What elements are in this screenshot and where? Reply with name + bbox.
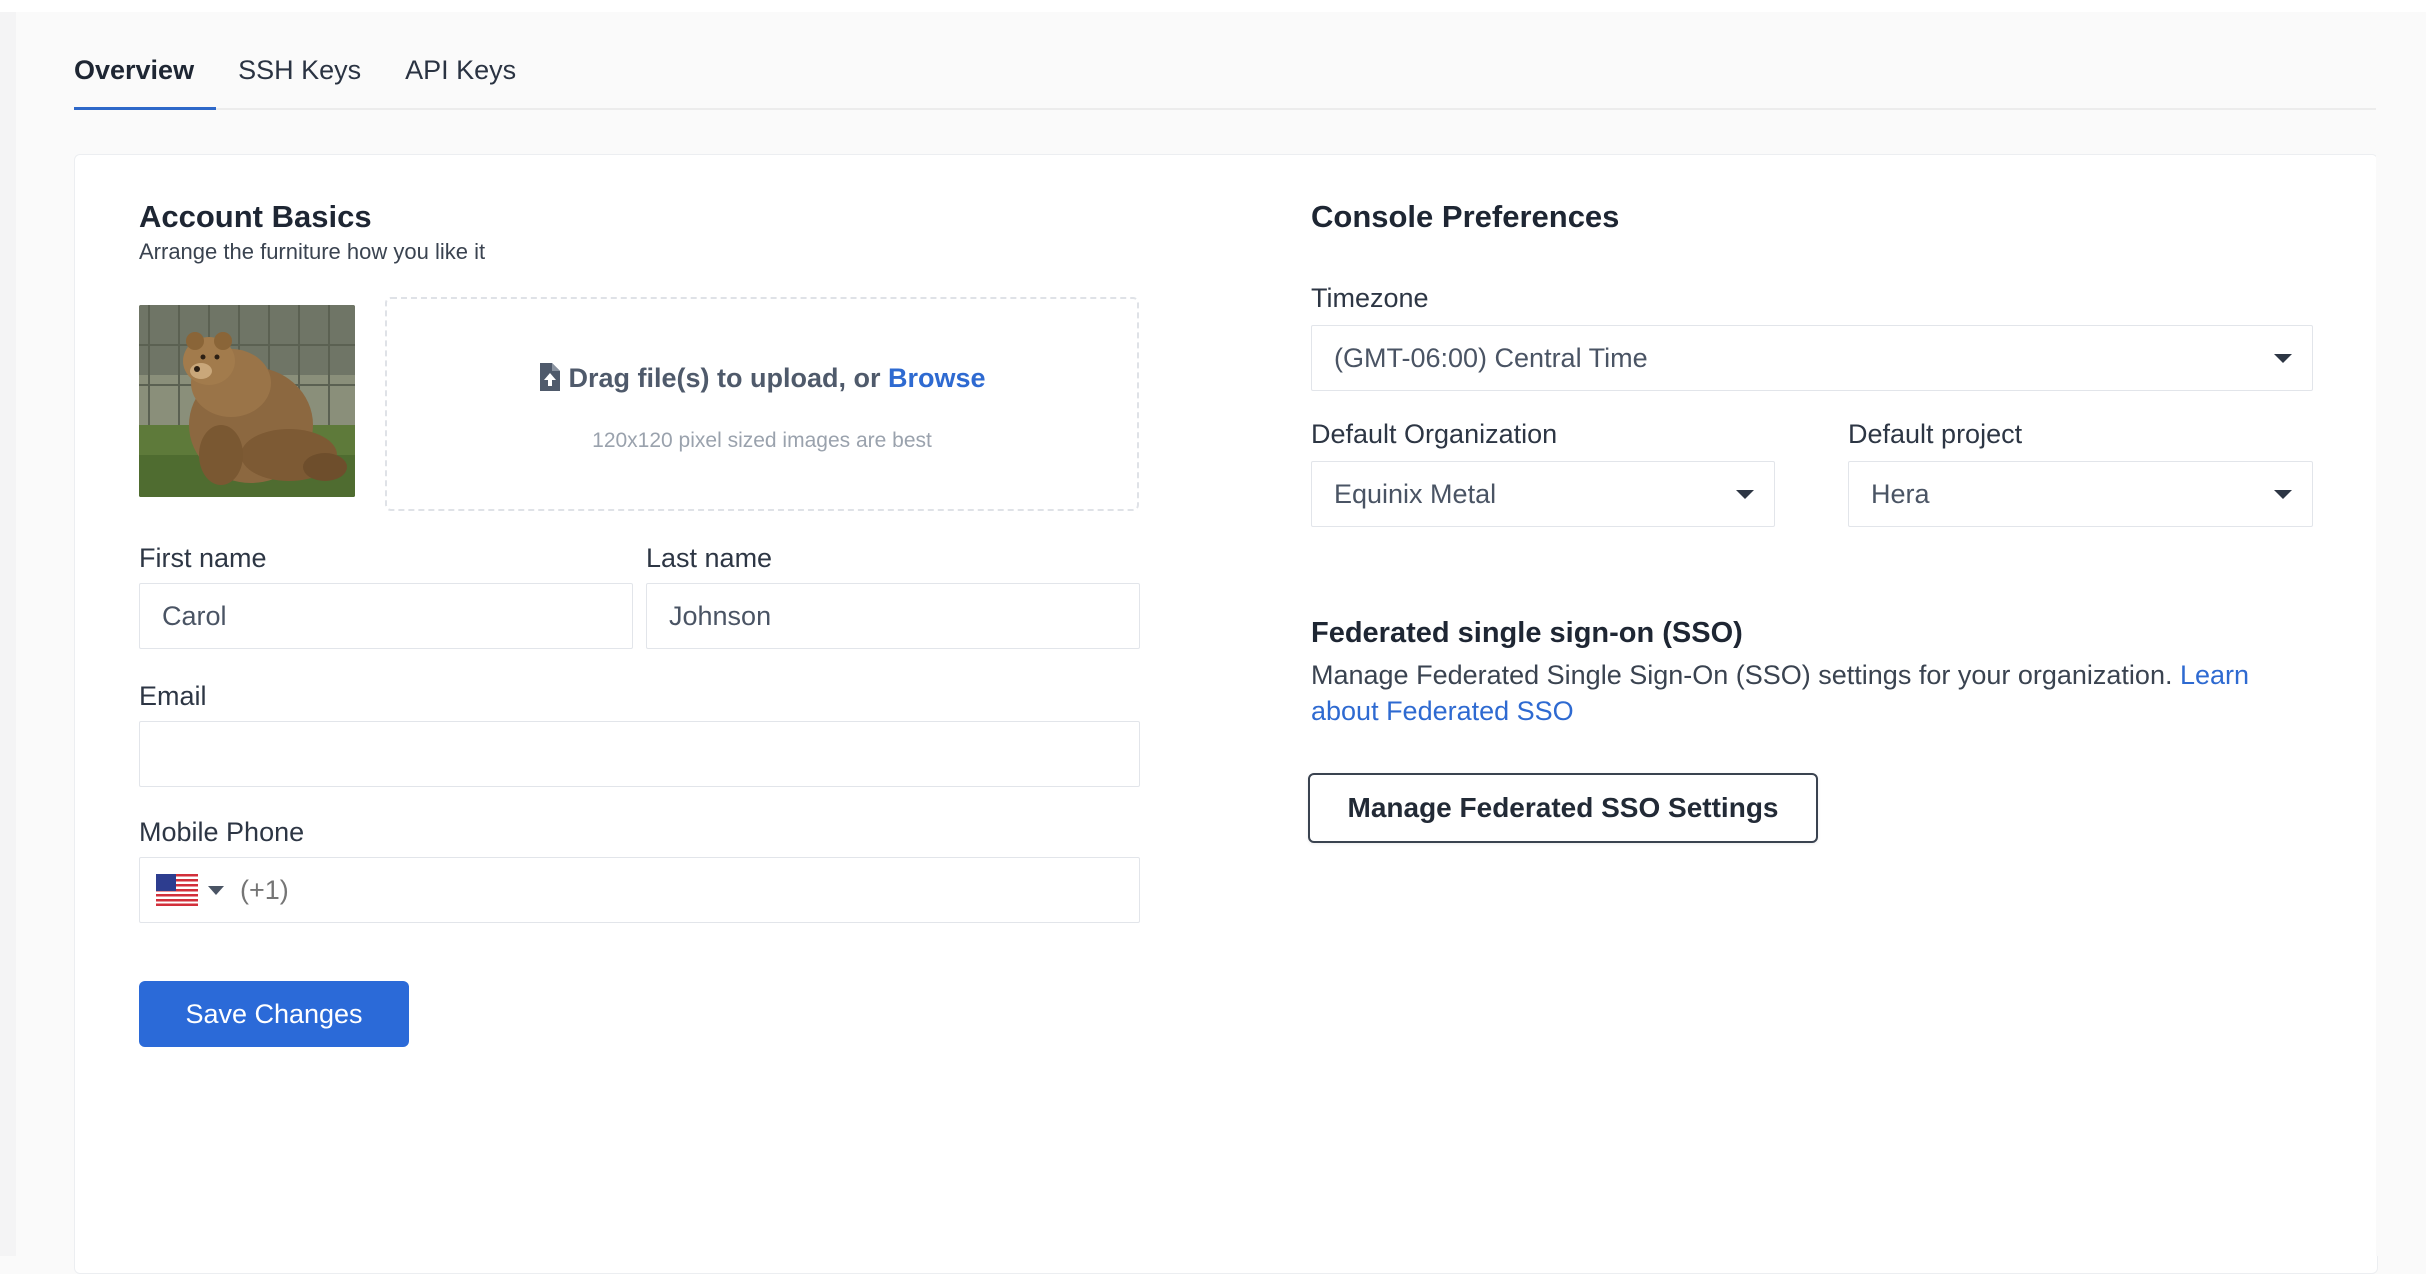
settings-page: Overview SSH Keys API Keys Account Basic… <box>0 0 2426 1274</box>
account-basics-subtitle: Arrange the furniture how you like it <box>139 239 486 264</box>
us-flag-icon <box>156 874 198 906</box>
file-upload-icon <box>540 363 561 391</box>
browse-link[interactable]: Browse <box>888 363 986 393</box>
chevron-down-icon <box>1736 490 1754 499</box>
chevron-down-icon <box>2274 354 2292 363</box>
chevron-down-icon <box>208 886 224 895</box>
phone-input[interactable] <box>232 858 1132 922</box>
country-selector[interactable] <box>156 874 226 908</box>
timezone-value: (GMT-06:00) Central Time <box>1334 342 1648 373</box>
settings-card: Account Basics Arrange the furniture how… <box>74 154 2378 1274</box>
email-input[interactable] <box>139 721 1140 787</box>
upload-text: Drag file(s) to upload, or <box>568 363 881 393</box>
mobile-phone-label: Mobile Phone <box>139 817 305 847</box>
phone-field <box>139 857 1140 923</box>
tab-api-keys[interactable]: API Keys <box>405 40 516 108</box>
email-label: Email <box>139 681 207 711</box>
sso-title: Federated single sign-on (SSO) <box>1311 617 1743 649</box>
first-name-input[interactable] <box>139 583 633 649</box>
default-project-label: Default project <box>1848 419 2023 449</box>
manage-sso-settings-button[interactable]: Manage Federated SSO Settings <box>1308 773 1818 843</box>
sso-description: Manage Federated Single Sign-On (SSO) se… <box>1311 657 2311 729</box>
bear-photo <box>139 305 355 497</box>
account-basics-title: Account Basics <box>139 199 372 234</box>
upload-main-text: Drag file(s) to upload, or Browse <box>387 363 1137 394</box>
timezone-label: Timezone <box>1311 283 1429 313</box>
tab-bar: Overview SSH Keys API Keys <box>74 40 2376 110</box>
tab-ssh-keys[interactable]: SSH Keys <box>238 40 361 108</box>
chevron-down-icon <box>2274 490 2292 499</box>
upload-hint: 120x120 pixel sized images are best <box>592 429 932 452</box>
save-changes-button[interactable]: Save Changes <box>139 981 409 1047</box>
console-preferences-title: Console Preferences <box>1311 199 1620 234</box>
left-gutter <box>0 12 16 1256</box>
last-name-input[interactable] <box>646 583 1140 649</box>
tab-overview[interactable]: Overview <box>74 40 217 110</box>
project-value: Hera <box>1871 478 1930 509</box>
organization-value: Equinix Metal <box>1334 478 1497 509</box>
right-gutter <box>2376 154 2426 1256</box>
first-name-label: First name <box>139 543 267 573</box>
default-project-select[interactable]: Hera <box>1848 461 2313 527</box>
avatar <box>139 305 355 497</box>
sso-description-text: Manage Federated Single Sign-On (SSO) se… <box>1311 660 2173 690</box>
last-name-label: Last name <box>646 543 773 573</box>
top-bar <box>0 0 2426 12</box>
upload-dropzone[interactable]: Drag file(s) to upload, or Browse 120x12… <box>385 297 1139 511</box>
default-organization-select[interactable]: Equinix Metal <box>1311 461 1775 527</box>
default-organization-label: Default Organization <box>1311 419 1558 449</box>
timezone-select[interactable]: (GMT-06:00) Central Time <box>1311 325 2313 391</box>
